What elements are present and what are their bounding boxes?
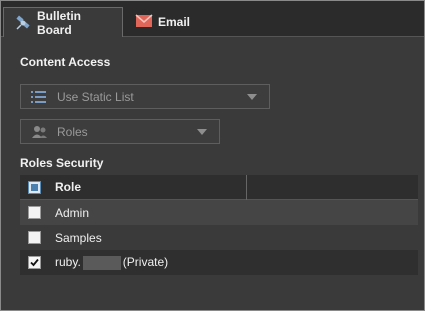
chevron-down-icon: [247, 94, 257, 100]
type-select[interactable]: Roles: [20, 119, 220, 144]
list-icon: [31, 90, 47, 104]
table-row[interactable]: Samples: [20, 225, 418, 250]
users-icon: [31, 125, 47, 139]
tab-bulletin-board[interactable]: Bulletin Board: [3, 7, 123, 37]
row-checkbox[interactable]: [28, 231, 41, 244]
tab-email[interactable]: Email: [125, 7, 205, 36]
chevron-down-icon: [197, 129, 207, 135]
content-access-label: Content Access: [20, 55, 111, 69]
tab-bar: Bulletin Board Email: [1, 1, 424, 37]
table-row[interactable]: Admin: [20, 200, 418, 225]
role-name-prefix: ruby.: [55, 255, 81, 270]
row-checkbox[interactable]: [28, 206, 41, 219]
redacted-block: [82, 255, 121, 270]
tab-label: Bulletin Board: [37, 8, 81, 37]
role-name-suffix: (Private): [122, 255, 169, 270]
envelope-icon: [135, 13, 153, 30]
tab-label: Email: [158, 14, 191, 29]
role-column-header[interactable]: Role: [49, 180, 418, 194]
row-checkbox[interactable]: [28, 256, 41, 269]
role-cell: Admin: [55, 205, 90, 220]
source-select-value: Use Static List: [57, 89, 134, 104]
grid-header-row: Role: [20, 175, 418, 200]
type-select-value: Roles: [57, 124, 88, 139]
satellite-icon: [14, 15, 32, 31]
roles-grid: Role Admin Samples ruby. (Private): [20, 175, 418, 275]
role-cell: Samples: [55, 230, 102, 245]
dialog-frame: Bulletin Board Email Content Access Use …: [0, 0, 425, 311]
roles-security-label: Roles Security: [20, 156, 104, 170]
table-row[interactable]: ruby. (Private): [20, 250, 418, 275]
role-cell: ruby. (Private): [49, 255, 418, 270]
column-divider: [246, 175, 247, 200]
checkmark-icon: [30, 258, 39, 267]
select-all-checkbox[interactable]: [28, 180, 41, 194]
source-select[interactable]: Use Static List: [20, 84, 270, 109]
